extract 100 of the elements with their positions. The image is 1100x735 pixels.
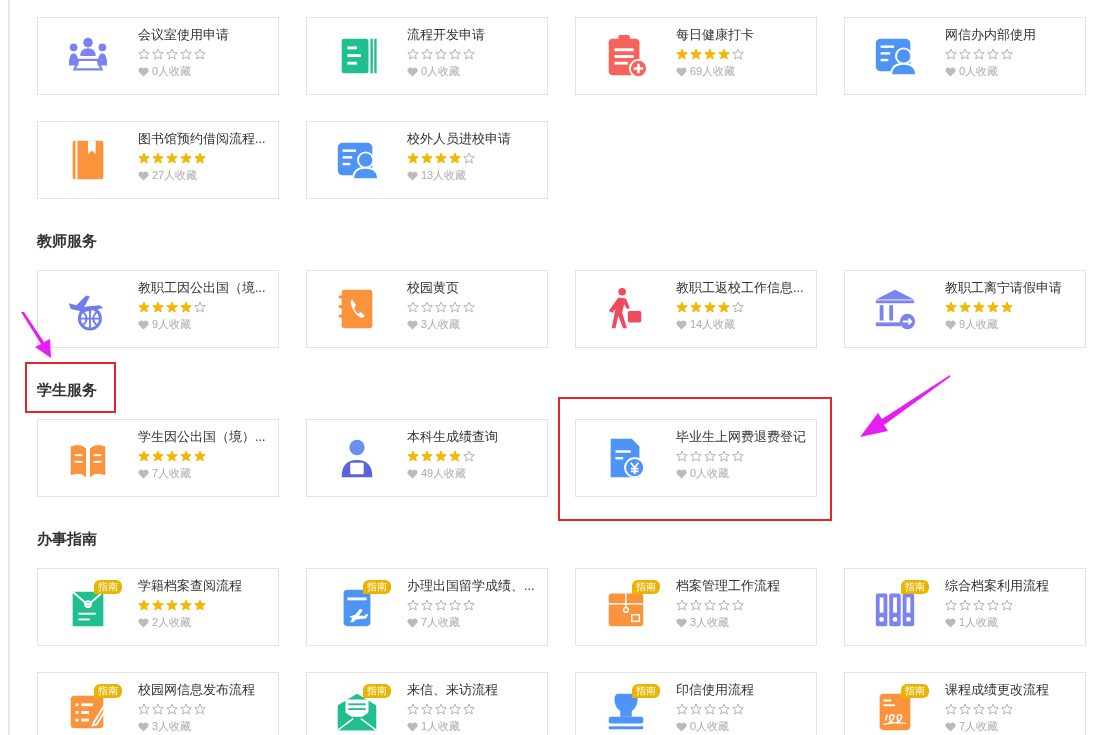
service-card[interactable]: 指南 来信、来访流程 1人收藏 (306, 672, 548, 735)
service-card[interactable]: 图书馆预约借阅流程... 27人收藏 (37, 121, 279, 199)
service-card[interactable]: 会议室使用申请 0人收藏 (37, 17, 279, 95)
guide-badge: 指南 (363, 580, 391, 594)
annotation-arrow (19, 312, 51, 358)
heart-icon (138, 170, 149, 181)
service-card[interactable]: 学生因公出国（境）... 7人收藏 (37, 419, 279, 497)
filled-star-icon (166, 152, 178, 164)
service-title: 网信办内部使用 (945, 27, 1036, 44)
service-card[interactable]: 网信办内部使用 0人收藏 (844, 17, 1086, 95)
filled-star-icon (166, 301, 178, 313)
service-title: 课程成绩更改流程 (945, 682, 1049, 699)
service-card[interactable]: 毕业生上网费退费登记 0人收藏 (575, 419, 817, 497)
favorites-count: 13人收藏 (421, 168, 467, 183)
heart-icon (676, 468, 687, 479)
empty-star-icon (463, 703, 475, 715)
filled-star-icon (152, 450, 164, 462)
favorites-count: 0人收藏 (959, 64, 999, 79)
empty-star-icon (421, 48, 433, 60)
heart-icon (407, 468, 418, 479)
empty-star-icon (676, 599, 688, 611)
service-title: 教职工因公出国（境... (138, 280, 266, 297)
favorites-count: 7人收藏 (152, 466, 192, 481)
empty-star-icon (732, 703, 744, 715)
filled-star-icon (449, 152, 461, 164)
service-card[interactable]: 指南 学籍档案查阅流程 2人收藏 (37, 568, 279, 646)
service-title: 每日健康打卡 (676, 27, 754, 44)
empty-star-icon (138, 703, 150, 715)
filled-star-icon (194, 599, 206, 611)
heart-icon (407, 617, 418, 628)
empty-star-icon (435, 599, 447, 611)
heart-icon (676, 721, 687, 732)
empty-star-icon (732, 450, 744, 462)
filled-star-icon (987, 301, 999, 313)
empty-star-icon (421, 599, 433, 611)
heart-icon (945, 721, 956, 732)
service-card[interactable]: 校外人员进校申请 13人收藏 (306, 121, 548, 199)
service-card[interactable]: 指南 办理出国留学成绩、... 7人收藏 (306, 568, 548, 646)
filled-star-icon (959, 301, 971, 313)
empty-star-icon (987, 703, 999, 715)
service-title: 教职工离宁请假申请 (945, 280, 1062, 297)
service-card[interactable]: 教职工离宁请假申请 9人收藏 (844, 270, 1086, 348)
empty-star-icon (407, 301, 419, 313)
favorites-count: 0人收藏 (690, 466, 730, 481)
filled-star-icon (138, 301, 150, 313)
empty-star-icon (166, 48, 178, 60)
service-title: 档案管理工作流程 (676, 578, 780, 595)
guide-badge: 指南 (632, 580, 660, 594)
empty-star-icon (945, 703, 957, 715)
empty-star-icon (959, 48, 971, 60)
favorites-count: 0人收藏 (690, 719, 730, 734)
empty-star-icon (945, 48, 957, 60)
service-card[interactable]: 教职工返校工作信息... 14人收藏 (575, 270, 817, 348)
service-title: 校外人员进校申请 (407, 131, 511, 148)
service-title: 本科生成绩查询 (407, 429, 498, 446)
service-card[interactable]: 教职工因公出国（境... 9人收藏 (37, 270, 279, 348)
empty-star-icon (945, 599, 957, 611)
service-title: 办理出国留学成绩、... (407, 578, 535, 595)
empty-star-icon (407, 703, 419, 715)
empty-star-icon (690, 703, 702, 715)
filled-star-icon (407, 450, 419, 462)
filled-star-icon (718, 301, 730, 313)
service-card[interactable]: 指南 课程成绩更改流程 7人收藏 (844, 672, 1086, 735)
empty-star-icon (987, 599, 999, 611)
filled-star-icon (138, 599, 150, 611)
heart-icon (407, 170, 418, 181)
service-title: 校园网信息发布流程 (138, 682, 255, 699)
empty-star-icon (449, 599, 461, 611)
filled-star-icon (407, 152, 419, 164)
filled-star-icon (152, 599, 164, 611)
empty-star-icon (435, 301, 447, 313)
service-card[interactable]: 流程开发申请 0人收藏 (306, 17, 548, 95)
empty-star-icon (732, 48, 744, 60)
service-card[interactable]: 校园黄页 3人收藏 (306, 270, 548, 348)
empty-star-icon (449, 703, 461, 715)
filled-star-icon (152, 152, 164, 164)
favorites-count: 3人收藏 (152, 719, 192, 734)
service-card[interactable]: 指南 综合档案利用流程 1人收藏 (844, 568, 1086, 646)
empty-star-icon (407, 599, 419, 611)
service-card[interactable]: 指南 校园网信息发布流程 3人收藏 (37, 672, 279, 735)
guide-badge: 指南 (94, 684, 122, 698)
service-card[interactable]: 本科生成绩查询 49人收藏 (306, 419, 548, 497)
filled-star-icon (945, 301, 957, 313)
empty-star-icon (704, 450, 716, 462)
empty-star-icon (194, 301, 206, 313)
filled-star-icon (166, 599, 178, 611)
heart-icon (945, 617, 956, 628)
filled-star-icon (194, 152, 206, 164)
service-card[interactable]: 每日健康打卡 69人收藏 (575, 17, 817, 95)
favorites-count: 7人收藏 (421, 615, 461, 630)
empty-star-icon (180, 48, 192, 60)
service-card[interactable]: 指南 档案管理工作流程 3人收藏 (575, 568, 817, 646)
empty-star-icon (449, 48, 461, 60)
favorites-count: 9人收藏 (959, 317, 999, 332)
service-card[interactable]: 指南 印信使用流程 0人收藏 (575, 672, 817, 735)
empty-star-icon (194, 703, 206, 715)
service-title: 综合档案利用流程 (945, 578, 1049, 595)
filled-star-icon (690, 301, 702, 313)
guide-badge: 指南 (901, 580, 929, 594)
favorites-count: 1人收藏 (959, 615, 999, 630)
